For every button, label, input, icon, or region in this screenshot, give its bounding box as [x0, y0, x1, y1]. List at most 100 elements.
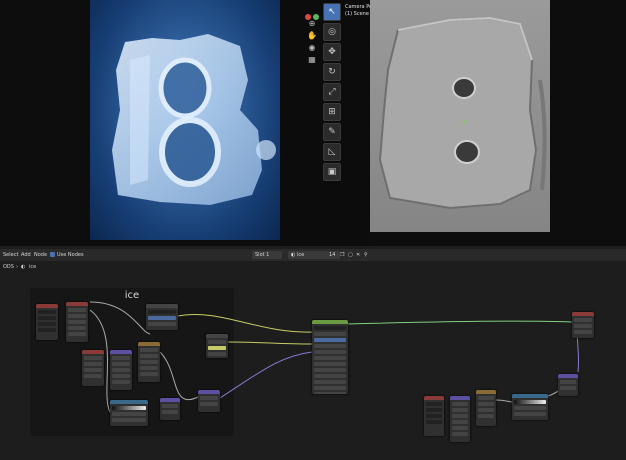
- node-socket-row: [560, 380, 576, 384]
- node-socket-row: [148, 310, 176, 314]
- node-editor-canvas[interactable]: ice: [0, 272, 626, 460]
- move-tool-icon[interactable]: ✥: [323, 43, 341, 61]
- menu-add[interactable]: Add: [21, 249, 31, 261]
- node-socket-row: [68, 326, 86, 330]
- tool-shelf: ↖ ◎ ✥ ↻ ⤢ ⊞ ✎ ◺ ▣: [323, 3, 341, 183]
- node-wave[interactable]: [110, 350, 132, 390]
- rotate-tool-icon[interactable]: ↻: [323, 63, 341, 81]
- node-socket-row: [452, 408, 468, 412]
- node-color-ramp[interactable]: [138, 342, 160, 382]
- use-nodes-toggle[interactable]: Use Nodes: [50, 249, 84, 261]
- node-socket-row: [478, 402, 494, 406]
- node-mapping[interactable]: [66, 302, 88, 342]
- measure-tool-icon[interactable]: ◺: [323, 143, 341, 161]
- node-socket-row: [140, 348, 158, 352]
- camera-icon[interactable]: ◉: [303, 43, 321, 55]
- node-texture-coordinate[interactable]: [36, 304, 58, 340]
- node-socket-row: [452, 414, 468, 418]
- node-header: [146, 304, 178, 308]
- node-noise-texture[interactable]: [146, 304, 178, 330]
- new-material-icon[interactable]: ▢: [348, 249, 353, 261]
- node-header: [512, 394, 548, 398]
- node-color-ramp-3[interactable]: [512, 394, 548, 420]
- render-viewport[interactable]: [370, 0, 550, 232]
- material-name-field[interactable]: ◐ ice: [288, 251, 328, 259]
- scale-tool-icon[interactable]: ⤢: [323, 83, 341, 101]
- node-principled-bsdf[interactable]: [312, 320, 348, 394]
- node-socket-row: [452, 426, 468, 430]
- node-socket-row: [208, 340, 226, 344]
- node-mapping-2[interactable]: [450, 396, 470, 442]
- node-socket-row: [514, 412, 546, 416]
- hand-icon[interactable]: ✋: [303, 31, 321, 43]
- node-header: [424, 396, 444, 400]
- checkbox-icon[interactable]: [50, 252, 55, 257]
- node-socket-row: [208, 352, 226, 356]
- breadcrumb-object[interactable]: ODS: [3, 262, 14, 272]
- node-socket-row: [38, 328, 56, 332]
- node-socket-row: [84, 356, 102, 360]
- node-socket-row: [68, 332, 86, 336]
- node-socket-row: [426, 408, 442, 412]
- node-socket-row: [314, 380, 346, 384]
- node-mix[interactable]: [206, 334, 228, 358]
- node-socket-row: [314, 386, 346, 390]
- select-tool-icon[interactable]: ↖: [323, 3, 341, 21]
- node-socket-row: [112, 418, 146, 422]
- node-socket-row: [452, 432, 468, 436]
- menu-select[interactable]: Select: [3, 249, 18, 261]
- node-socket-row: [314, 356, 346, 360]
- node-header: [66, 302, 88, 306]
- navigation-gizmo: ⊕ ✋ ◉ ▦: [303, 5, 321, 67]
- node-bump[interactable]: [160, 398, 180, 420]
- axis-gizmo[interactable]: [303, 5, 321, 39]
- node-socket-row: [452, 402, 468, 406]
- node-socket-row: [112, 368, 130, 372]
- node-socket-row: [314, 344, 346, 348]
- node-header: [138, 342, 160, 346]
- node-voronoi[interactable]: [82, 350, 104, 386]
- node-socket-row: [84, 362, 102, 366]
- close-icon[interactable]: ✕: [356, 249, 360, 261]
- node-socket-row: [112, 362, 130, 366]
- node-socket-row: [200, 396, 218, 400]
- node-socket-row: [162, 404, 178, 408]
- node-header: [110, 350, 132, 354]
- cursor-tool-icon[interactable]: ◎: [323, 23, 341, 41]
- node-gradient-bar: [514, 400, 546, 404]
- node-socket-row: [84, 374, 102, 378]
- node-socket-row: [574, 318, 592, 322]
- slot-select[interactable]: Slot 1: [252, 251, 282, 259]
- node-socket-row: [314, 368, 346, 372]
- transform-tool-icon[interactable]: ⊞: [323, 103, 341, 121]
- node-header: [36, 304, 58, 308]
- user-count[interactable]: 14: [326, 251, 340, 259]
- node-socket-row: [314, 392, 346, 394]
- pin-icon[interactable]: ⚲: [364, 249, 368, 261]
- node-socket-row: [514, 406, 546, 410]
- node-normal-map[interactable]: [198, 390, 220, 412]
- ice-letter-b-art: [112, 34, 276, 205]
- node-socket-row: [314, 350, 346, 354]
- node-gradient-bar: [112, 406, 146, 410]
- copy-icon[interactable]: ❐: [340, 249, 344, 261]
- sphere-icon: ◐: [21, 264, 26, 270]
- node-socket-row: [140, 372, 158, 376]
- add-cube-tool-icon[interactable]: ▣: [323, 163, 341, 181]
- grid-icon[interactable]: ▦: [303, 55, 321, 67]
- node-displacement[interactable]: [558, 374, 578, 396]
- node-header: [82, 350, 104, 354]
- node-socket-row: [314, 374, 346, 378]
- node-header: [160, 398, 180, 402]
- node-noise-2[interactable]: [476, 390, 496, 426]
- node-socket-row: [112, 356, 130, 360]
- node-socket-row: [426, 414, 442, 418]
- menu-node[interactable]: Node: [34, 249, 47, 261]
- breadcrumb-material[interactable]: ice: [29, 262, 36, 272]
- node-material-output[interactable]: [572, 312, 594, 338]
- node-tex-coord-2[interactable]: [424, 396, 444, 436]
- node-socket-row: [140, 366, 158, 370]
- annotate-tool-icon[interactable]: ✎: [323, 123, 341, 141]
- node-color-ramp-2[interactable]: [110, 400, 148, 426]
- node-socket-row: [452, 420, 468, 424]
